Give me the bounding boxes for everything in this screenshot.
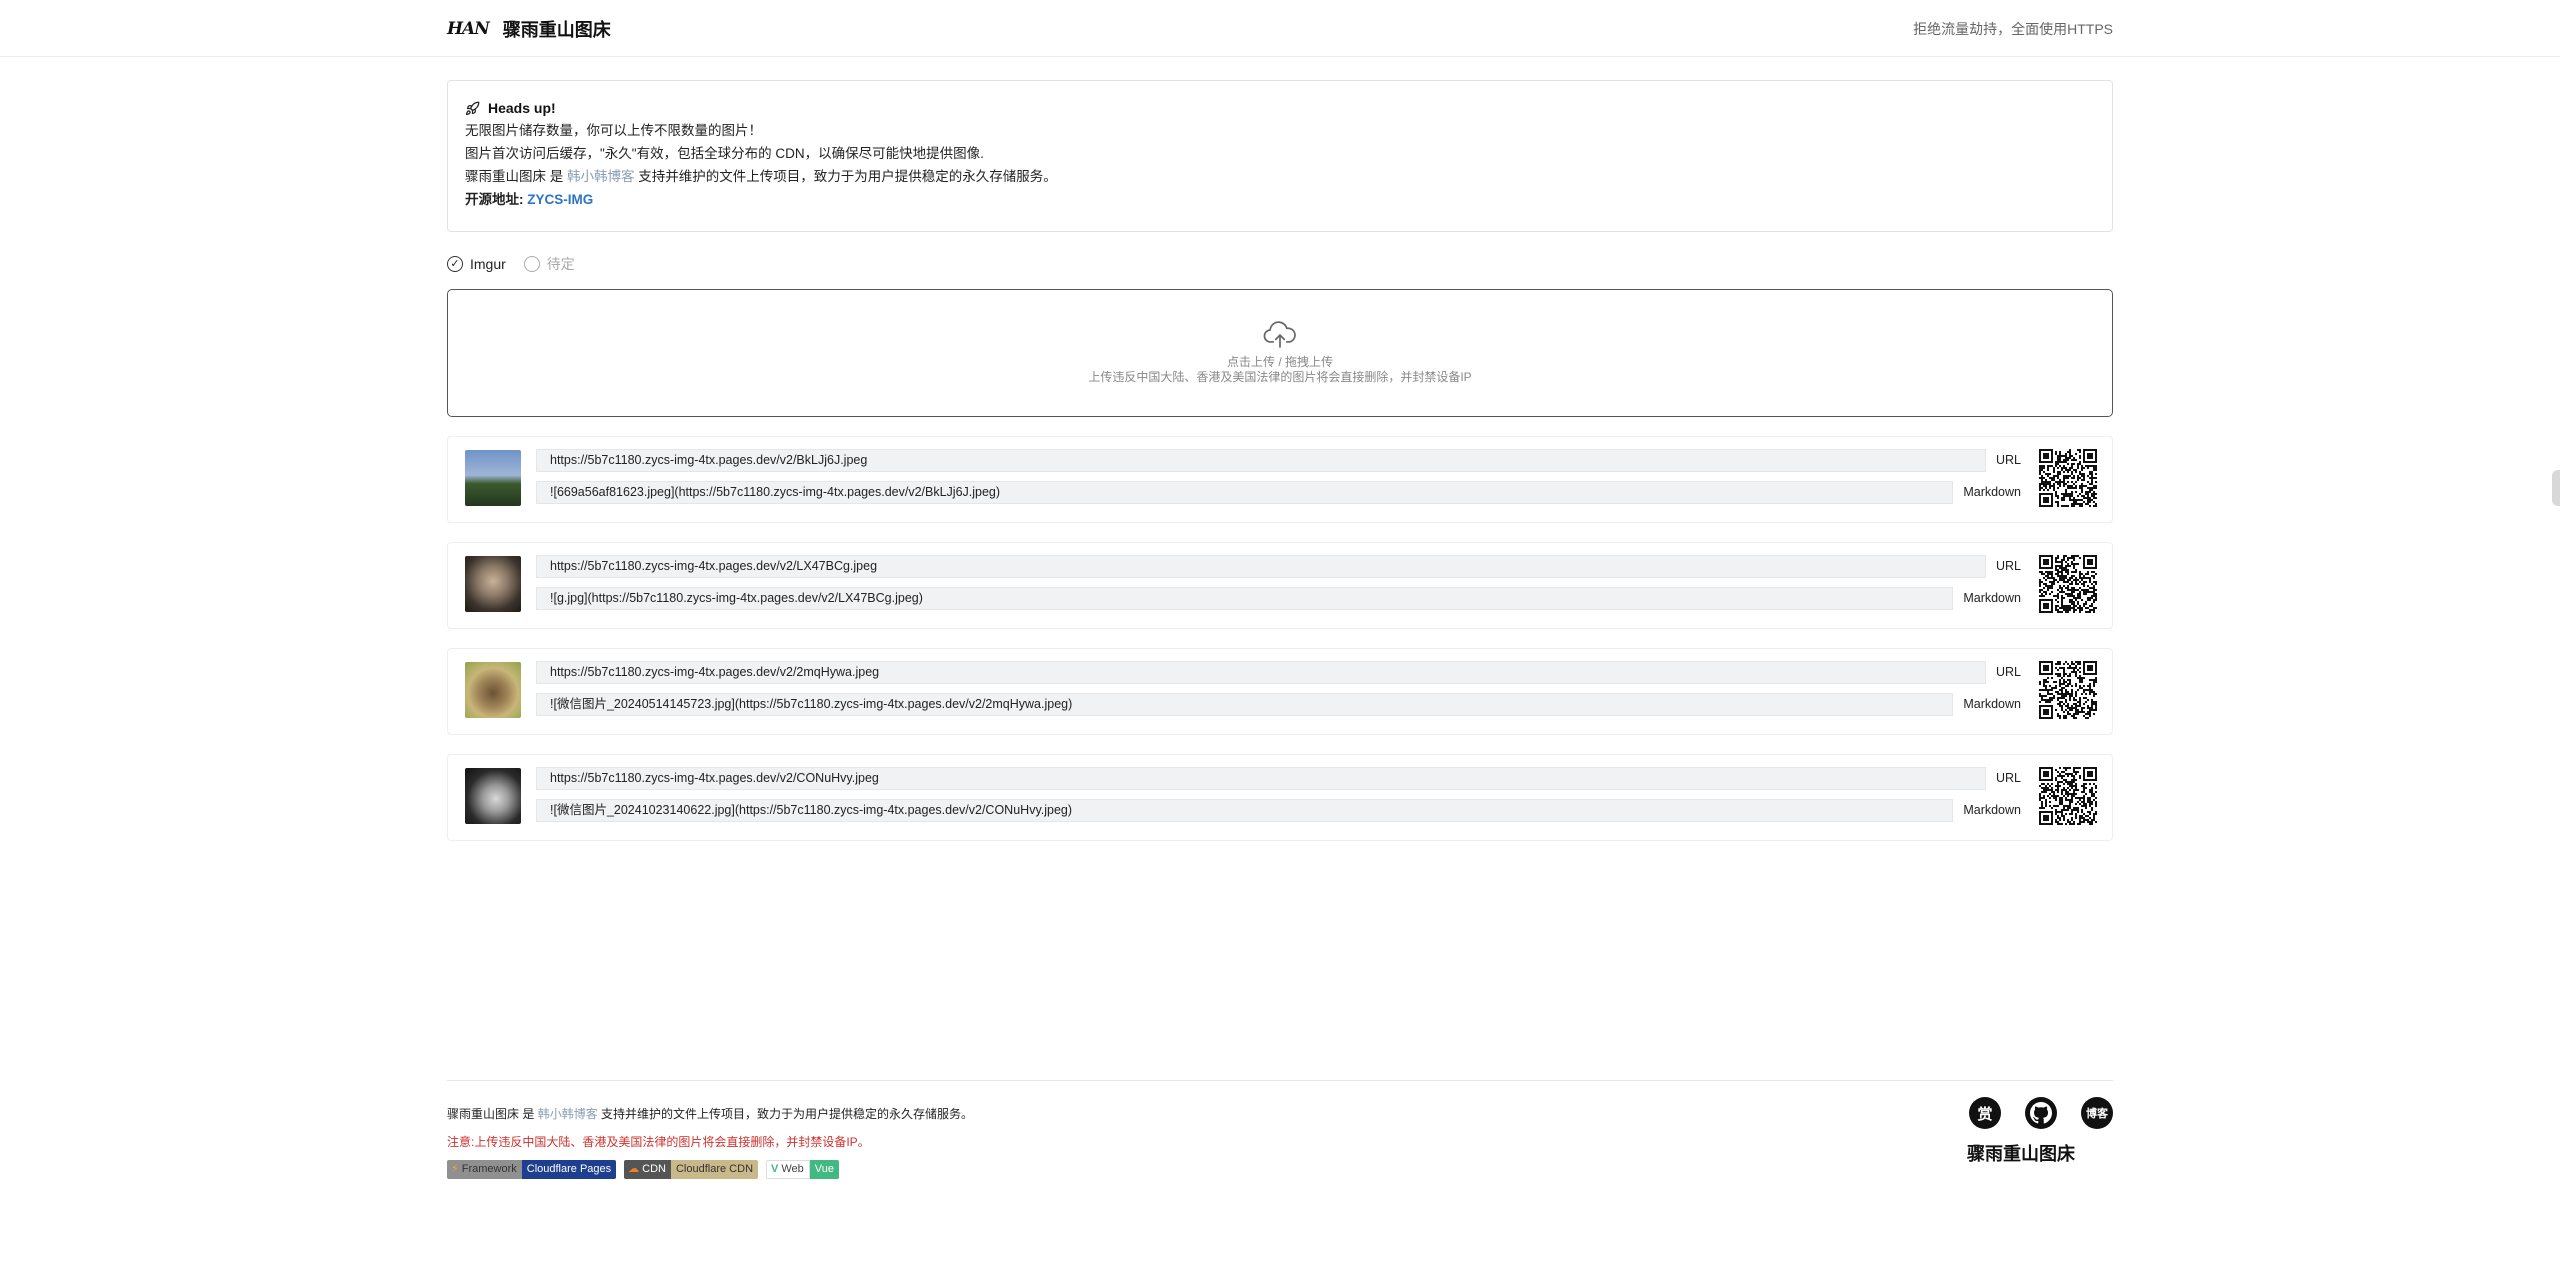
result-card: https://5b7c1180.zycs-img-4tx.pages.dev/… <box>447 436 2113 523</box>
footer: 骤雨重山图床 是 韩小韩博客 支持并维护的文件上传项目，致力于为用户提供稳定的永… <box>447 1080 2113 1200</box>
markdown-field-row: ![669a56af81623.jpeg](https://5b7c1180.z… <box>536 481 2023 504</box>
upload-target-selector: ✓ Imgur 待定 <box>447 254 575 274</box>
footer-blog-link[interactable]: 韩小韩博客 <box>538 1107 598 1121</box>
image-thumbnail[interactable] <box>465 556 521 612</box>
markdown-field[interactable]: ![微信图片_20241023140622.jpg](https://5b7c1… <box>536 799 1954 822</box>
empty-circle-icon[interactable] <box>523 256 540 272</box>
footer-warning: 注意:上传违反中国大陆、香港及美国法律的图片将会直接删除，并封禁设备IP。 <box>447 1135 870 1149</box>
cloud-icon: ☁ <box>628 1163 640 1175</box>
markdown-field-row: ![微信图片_20240514145723.jpg](https://5b7c1… <box>536 693 2023 716</box>
framework-badge[interactable]: ⚡ Framework Cloudflare Pages <box>447 1160 617 1179</box>
footer-icons: 赏 博客 <box>1969 1097 2113 1129</box>
github-icon[interactable] <box>2025 1097 2057 1129</box>
web-key-text: Web <box>781 1163 804 1175</box>
url-tag: URL <box>1995 771 2021 785</box>
url-field[interactable]: https://5b7c1180.zycs-img-4tx.pages.dev/… <box>536 449 1986 472</box>
url-field[interactable]: https://5b7c1180.zycs-img-4tx.pages.dev/… <box>536 555 1986 578</box>
image-thumbnail[interactable] <box>465 768 521 824</box>
web-badge[interactable]: V Web Vue <box>766 1160 839 1179</box>
main-container: Heads up! 无限图片储存数量，你可以上传不限数量的图片！ 图片首次访问后… <box>447 0 2113 1269</box>
url-field-row: https://5b7c1180.zycs-img-4tx.pages.dev/… <box>536 767 2023 790</box>
framework-badge-value: Cloudflare Pages <box>521 1160 617 1179</box>
result-card: https://5b7c1180.zycs-img-4tx.pages.dev/… <box>447 542 2113 629</box>
qr-code <box>2039 767 2097 825</box>
url-field-row: https://5b7c1180.zycs-img-4tx.pages.dev/… <box>536 555 2023 578</box>
qr-code <box>2039 555 2097 613</box>
cdn-badge-key: ☁ CDN <box>624 1160 671 1179</box>
radio-imgur-label[interactable]: Imgur <box>470 256 506 272</box>
markdown-tag: Markdown <box>1963 697 2021 711</box>
notice-heading: Heads up! <box>465 97 2095 119</box>
markdown-field[interactable]: ![669a56af81623.jpeg](https://5b7c1180.z… <box>536 481 1954 504</box>
tech-badges: ⚡ Framework Cloudflare Pages ☁ CDN Cloudfl… <box>447 1160 839 1179</box>
dropzone-instruction: 点击上传 / 拖拽上传 <box>1226 355 1333 369</box>
framework-key-text: Framework <box>461 1163 517 1175</box>
cdn-badge[interactable]: ☁ CDN Cloudflare CDN <box>624 1160 759 1179</box>
bolt-icon: ⚡ <box>451 1163 459 1175</box>
qr-code <box>2039 661 2097 719</box>
markdown-field-row: ![g.jpg](https://5b7c1180.zycs-img-4tx.p… <box>536 587 2023 610</box>
footer-title: 骤雨重山图床 <box>1967 1144 2075 1164</box>
result-card: https://5b7c1180.zycs-img-4tx.pages.dev/… <box>447 754 2113 841</box>
markdown-field-row: ![微信图片_20241023140622.jpg](https://5b7c1… <box>536 799 2023 822</box>
upload-results: https://5b7c1180.zycs-img-4tx.pages.dev/… <box>447 436 2113 860</box>
dropzone-warning: 上传违反中国大陆、香港及美国法律的图片将会直接删除，并封禁设备IP <box>1088 370 1472 384</box>
cdn-key-text: CDN <box>642 1163 666 1175</box>
markdown-field[interactable]: ![g.jpg](https://5b7c1180.zycs-img-4tx.p… <box>536 587 1954 610</box>
blog-icon[interactable]: 博客 <box>2081 1097 2113 1129</box>
vue-icon: V <box>771 1163 779 1175</box>
qr-code <box>2039 449 2097 507</box>
source-address: 开源地址: ZYCS-IMG <box>465 188 2095 211</box>
image-thumbnail[interactable] <box>465 450 521 506</box>
url-field[interactable]: https://5b7c1180.zycs-img-4tx.pages.dev/… <box>536 661 1986 684</box>
notice-title: Heads up! <box>488 100 556 116</box>
framework-badge-key: ⚡ Framework <box>447 1160 522 1179</box>
reward-icon[interactable]: 赏 <box>1969 1097 2001 1129</box>
link-fields: https://5b7c1180.zycs-img-4tx.pages.dev/… <box>536 661 2023 725</box>
cloud-upload-icon <box>1263 321 1296 348</box>
side-scroll-tab[interactable] <box>2552 470 2560 506</box>
notice-line-3-prefix: 骤雨重山图床 是 <box>465 169 564 184</box>
url-field-row: https://5b7c1180.zycs-img-4tx.pages.dev/… <box>536 661 2023 684</box>
footer-line-suffix: 支持并维护的文件上传项目，致力于为用户提供稳定的永久存储服务。 <box>601 1107 974 1121</box>
footer-description: 骤雨重山图床 是 韩小韩博客 支持并维护的文件上传项目，致力于为用户提供稳定的永… <box>447 1105 973 1122</box>
markdown-tag: Markdown <box>1963 591 2021 605</box>
markdown-tag: Markdown <box>1963 803 2021 817</box>
blog-link[interactable]: 韩小韩博客 <box>567 169 635 184</box>
web-badge-key: V Web <box>766 1160 810 1179</box>
link-fields: https://5b7c1180.zycs-img-4tx.pages.dev/… <box>536 555 2023 619</box>
web-badge-value: Vue <box>809 1160 839 1179</box>
source-address-label: 开源地址: <box>465 192 524 207</box>
notice-line-3: 骤雨重山图床 是 韩小韩博客 支持并维护的文件上传项目，致力于为用户提供稳定的永… <box>465 165 2095 188</box>
upload-dropzone[interactable]: 点击上传 / 拖拽上传 上传违反中国大陆、香港及美国法律的图片将会直接删除，并封… <box>447 289 2113 417</box>
radio-pending-label[interactable]: 待定 <box>547 254 575 274</box>
radio-imgur[interactable]: ✓ Imgur <box>447 256 506 272</box>
github-mark-icon <box>2030 1102 2052 1124</box>
markdown-field[interactable]: ![微信图片_20240514145723.jpg](https://5b7c1… <box>536 693 1954 716</box>
notice-line-2: 图片首次访问后缓存，"永久"有效，包括全球分布的 CDN，以确保尽可能快地提供图… <box>465 146 984 161</box>
radio-pending[interactable]: 待定 <box>523 254 575 274</box>
cdn-badge-value: Cloudflare CDN <box>670 1160 759 1179</box>
heads-up-notice: Heads up! 无限图片储存数量，你可以上传不限数量的图片！ 图片首次访问后… <box>447 80 2113 232</box>
markdown-tag: Markdown <box>1963 485 2021 499</box>
rocket-icon <box>465 101 480 115</box>
result-card: https://5b7c1180.zycs-img-4tx.pages.dev/… <box>447 648 2113 735</box>
url-tag: URL <box>1995 665 2021 679</box>
footer-line-prefix: 骤雨重山图床 是 <box>447 1107 535 1121</box>
notice-line-1: 无限图片储存数量，你可以上传不限数量的图片！ <box>465 123 762 138</box>
url-field[interactable]: https://5b7c1180.zycs-img-4tx.pages.dev/… <box>536 767 1986 790</box>
checked-circle-icon[interactable]: ✓ <box>447 256 463 272</box>
image-thumbnail[interactable] <box>465 662 521 718</box>
url-tag: URL <box>1995 559 2021 573</box>
link-fields: https://5b7c1180.zycs-img-4tx.pages.dev/… <box>536 449 2023 513</box>
url-field-row: https://5b7c1180.zycs-img-4tx.pages.dev/… <box>536 449 2023 472</box>
link-fields: https://5b7c1180.zycs-img-4tx.pages.dev/… <box>536 767 2023 831</box>
url-tag: URL <box>1995 453 2021 467</box>
source-repo-link[interactable]: ZYCS-IMG <box>527 192 593 207</box>
notice-line-3-suffix: 支持并维护的文件上传项目，致力于为用户提供稳定的永久存储服务。 <box>638 169 1057 184</box>
